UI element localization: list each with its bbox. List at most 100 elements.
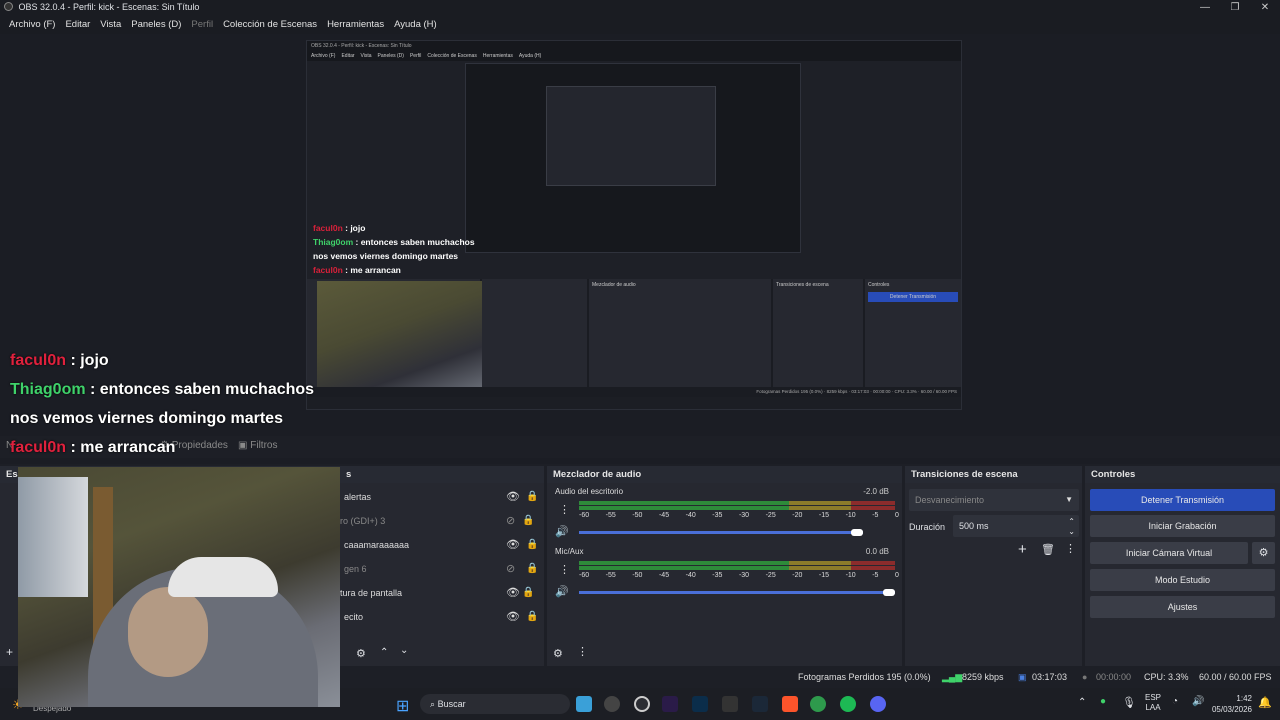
lock-icon[interactable]: 🔒 bbox=[526, 486, 538, 508]
mixer-menu-icon[interactable]: ⋮ bbox=[577, 645, 588, 658]
tray-app-icon[interactable]: ● bbox=[1100, 696, 1106, 707]
lock-icon[interactable]: 🔒 bbox=[522, 582, 534, 604]
speaker-icon[interactable]: 🔊 bbox=[555, 585, 569, 598]
visibility-icon[interactable]: 👁 bbox=[506, 486, 520, 508]
stop-streaming-button[interactable]: Detener Transmisión bbox=[1090, 489, 1275, 511]
discord-icon[interactable] bbox=[870, 696, 886, 712]
volume-knob[interactable] bbox=[883, 589, 895, 596]
source-item[interactable]: gen 6 ⊘ 🔒 bbox=[344, 558, 544, 580]
source-item[interactable]: tura de pantalla 👁 🔒 bbox=[340, 582, 540, 604]
menu-coleccion[interactable]: Colección de Escenas bbox=[218, 19, 322, 30]
volume-slider[interactable] bbox=[579, 591, 895, 594]
move-down-icon[interactable]: ⌄ bbox=[400, 645, 408, 656]
hidden-icon[interactable]: ⊘ bbox=[506, 558, 515, 580]
transition-menu-icon[interactable]: ⋮ bbox=[1065, 542, 1076, 555]
captured-statusbar: Fotogramas Perdidos 195 (0.0%) · 8259 kb… bbox=[307, 387, 961, 397]
lock-icon[interactable]: 🔒 bbox=[522, 510, 534, 532]
chat-line: Thiag0om : entonces saben muchachos bbox=[10, 381, 315, 398]
remove-transition-icon[interactable]: 🗑 bbox=[1041, 543, 1055, 556]
language-indicator[interactable]: ESP LAA bbox=[1145, 693, 1161, 713]
menu-paneles[interactable]: Paneles (D) bbox=[126, 19, 186, 30]
duration-label: Duración bbox=[909, 522, 946, 532]
mixer-settings-icon[interactable]: ⚙ bbox=[553, 647, 563, 660]
app-icon[interactable] bbox=[634, 696, 650, 712]
duration-field[interactable]: 500 ms ⌃ ⌄ bbox=[953, 515, 1079, 537]
volume-knob[interactable] bbox=[851, 529, 863, 536]
settings-button[interactable]: Ajustes bbox=[1090, 596, 1275, 618]
maximize-button[interactable]: ❐ bbox=[1220, 0, 1250, 15]
steam-icon[interactable] bbox=[752, 696, 768, 712]
volume-slider[interactable] bbox=[579, 531, 863, 534]
source-item[interactable]: caaamaraaaaaa 👁 🔒 bbox=[344, 534, 544, 556]
captured-chat: facul0n : jojo Thiag0om : entonces saben… bbox=[313, 223, 475, 275]
task-view-icon[interactable] bbox=[576, 696, 592, 712]
channel-menu-icon[interactable]: ⋮ bbox=[559, 503, 570, 516]
controls-dock-header: Controles bbox=[1085, 466, 1280, 483]
tray-chevron-icon[interactable]: ⌃ bbox=[1078, 697, 1086, 708]
mixer-channel-mic: Mic/Aux 0.0 dB ⋮ -60 -55 -50 -45 -40 -35 -30 -2… bbox=[555, 547, 899, 598]
visibility-icon[interactable]: 👁 bbox=[506, 582, 520, 604]
menu-ayuda[interactable]: Ayuda (H) bbox=[389, 19, 442, 30]
obs-logo-icon bbox=[4, 2, 13, 11]
meter-scale: -60 -55 -50 -45 -40 -35 -30 -25 -20 -15 -10 -5 0 bbox=[579, 572, 899, 579]
source-item[interactable]: alertas 👁 🔒 bbox=[344, 486, 544, 508]
menu-herramientas[interactable]: Herramientas bbox=[322, 19, 389, 30]
start-recording-button[interactable]: Iniciar Grabación bbox=[1090, 515, 1275, 537]
lock-icon[interactable]: 🔒 bbox=[526, 534, 538, 556]
speaker-icon[interactable]: 🔊 bbox=[555, 525, 569, 538]
source-item[interactable]: ro (GDI+) 3 ⊘ 🔒 bbox=[340, 510, 540, 532]
transitions-dock: Desvanecimiento ▼ Duración 500 ms ⌃ ⌄ + … bbox=[905, 483, 1082, 666]
add-scene-button[interactable]: + bbox=[6, 645, 13, 659]
audio-meter bbox=[579, 566, 895, 570]
notification-icon[interactable]: 🔔 bbox=[1258, 696, 1272, 709]
menu-archivo[interactable]: Archivo (F) bbox=[4, 19, 60, 30]
studio-mode-button[interactable]: Modo Estudio bbox=[1090, 569, 1275, 591]
chrome-icon[interactable] bbox=[810, 696, 826, 712]
start-button[interactable]: ⊞ bbox=[396, 696, 409, 716]
premiere-icon[interactable] bbox=[662, 696, 678, 712]
virtual-camera-settings-icon[interactable]: ⚙ bbox=[1252, 542, 1275, 564]
wifi-icon[interactable]: ◔ bbox=[1172, 696, 1178, 707]
cpu-usage: CPU: 3.3% bbox=[1144, 672, 1189, 682]
lock-icon[interactable]: 🔒 bbox=[526, 558, 538, 580]
source-settings-icon[interactable]: ⚙ bbox=[356, 647, 366, 660]
stream-time: 03:17:03 bbox=[1032, 672, 1068, 682]
taskbar-search[interactable]: ⌕ Buscar bbox=[420, 694, 570, 714]
captured-menu-bar: Archivo (F) Editar Vista Paneles (D) Perfil C… bbox=[307, 51, 961, 61]
window-title: OBS 32.0.4 - Perfil: kick - Escenas: Sin… bbox=[18, 2, 200, 12]
stepper-down-icon[interactable]: ⌄ bbox=[1068, 521, 1075, 543]
menu-perfil[interactable]: Perfil bbox=[186, 19, 218, 30]
record-icon: ● bbox=[1082, 672, 1088, 682]
search-icon: ⌕ bbox=[430, 699, 436, 709]
brave-icon[interactable] bbox=[782, 696, 798, 712]
add-transition-icon[interactable]: + bbox=[1018, 541, 1027, 558]
volume-icon[interactable]: 🔊 bbox=[1192, 696, 1204, 707]
obs-taskbar-icon[interactable] bbox=[604, 696, 620, 712]
source-item[interactable]: ecito 👁 🔒 bbox=[344, 606, 544, 628]
mixer-dock-header: Mezclador de audio bbox=[547, 466, 902, 483]
microphone-icon[interactable]: 🎙 bbox=[1122, 696, 1136, 709]
sources-dock-header: s bbox=[340, 466, 544, 483]
close-button[interactable]: ✕ bbox=[1250, 0, 1280, 15]
hidden-icon[interactable]: ⊘ bbox=[506, 510, 515, 532]
webcam-source bbox=[18, 467, 340, 707]
chevron-down-icon: ▼ bbox=[1065, 495, 1073, 504]
preview-canvas[interactable]: OBS 32.0.4 - Perfil: kick - Escenas: Sin… bbox=[306, 40, 962, 410]
channel-menu-icon[interactable]: ⋮ bbox=[559, 563, 570, 576]
clock[interactable]: 1:42 05/03/2026 bbox=[1210, 693, 1252, 715]
start-virtual-camera-button[interactable]: Iniciar Cámara Virtual bbox=[1090, 542, 1248, 564]
captured-webcam bbox=[317, 281, 482, 401]
lock-icon[interactable]: 🔒 bbox=[526, 606, 538, 628]
move-up-icon[interactable]: ⌃ bbox=[380, 647, 388, 658]
menu-editar[interactable]: Editar bbox=[60, 19, 95, 30]
visibility-icon[interactable]: 👁 bbox=[506, 606, 520, 628]
signal-icon: ▂▄▆ bbox=[942, 672, 963, 682]
menu-vista[interactable]: Vista bbox=[95, 19, 126, 30]
transition-select[interactable]: Desvanecimiento ▼ bbox=[909, 489, 1079, 511]
record-time: 00:00:00 bbox=[1096, 672, 1132, 682]
epic-games-icon[interactable] bbox=[722, 696, 738, 712]
spotify-icon[interactable] bbox=[840, 696, 856, 712]
minimize-button[interactable]: — bbox=[1190, 0, 1220, 15]
photoshop-icon[interactable] bbox=[692, 696, 708, 712]
visibility-icon[interactable]: 👁 bbox=[506, 534, 520, 556]
